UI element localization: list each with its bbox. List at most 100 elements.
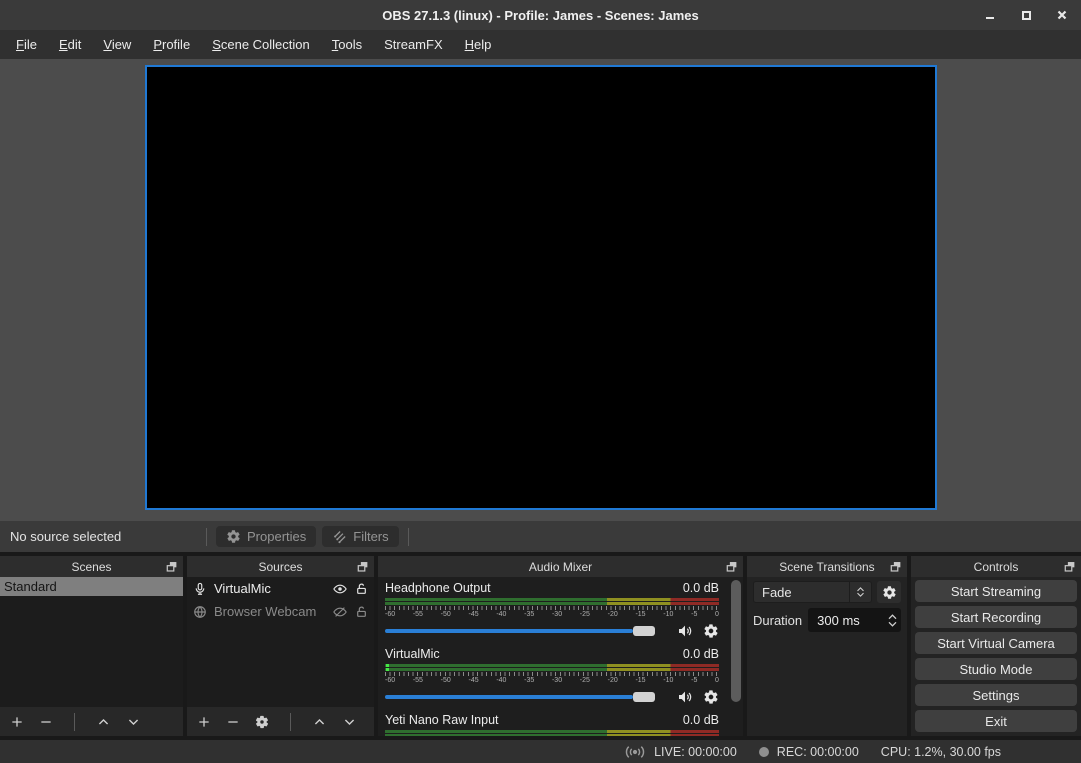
menu-help[interactable]: Help xyxy=(454,37,503,52)
lock-toggle[interactable] xyxy=(355,582,368,596)
menu-edit[interactable]: Edit xyxy=(48,37,92,52)
close-button[interactable] xyxy=(1051,4,1073,26)
record-dot-icon xyxy=(759,747,769,757)
minimize-button[interactable] xyxy=(979,4,1001,26)
tick-label: -60 xyxy=(385,677,395,684)
start-virtual-camera-button[interactable]: Start Virtual Camera xyxy=(915,632,1077,654)
visibility-toggle[interactable] xyxy=(332,605,348,619)
sources-list: VirtualMic Browser Webcam xyxy=(187,577,374,707)
transition-properties-button[interactable] xyxy=(877,581,901,603)
volume-slider-track xyxy=(385,695,633,699)
scene-item-standard[interactable]: Standard xyxy=(0,577,183,596)
tick-label: -35 xyxy=(524,677,534,684)
channel-settings-button[interactable] xyxy=(703,623,719,639)
start-recording-button[interactable]: Start Recording xyxy=(915,606,1077,628)
volume-slider-handle[interactable] xyxy=(633,626,655,636)
move-source-up-button[interactable] xyxy=(312,715,327,729)
tick-label: -60 xyxy=(385,611,395,618)
sources-title: Sources xyxy=(258,560,302,574)
menu-profile[interactable]: Profile xyxy=(142,37,201,52)
chevron-up-icon xyxy=(887,613,898,620)
popout-icon[interactable] xyxy=(165,560,178,573)
volume-slider[interactable] xyxy=(385,624,667,637)
scenes-list: Standard xyxy=(0,577,183,707)
toolbar-separator xyxy=(206,528,207,546)
lock-toggle[interactable] xyxy=(355,605,368,619)
exit-button[interactable]: Exit xyxy=(915,710,1077,732)
meter-bar-left xyxy=(385,730,719,733)
popout-icon[interactable] xyxy=(725,560,738,573)
channel-level-db: 0.0 dB xyxy=(683,647,719,661)
add-scene-button[interactable] xyxy=(10,715,24,729)
audio-mixer-panel: Audio Mixer Headphone Output 0.0 dB xyxy=(378,556,743,736)
channel-settings-button[interactable] xyxy=(703,689,719,705)
volume-slider-track xyxy=(385,629,633,633)
menu-view[interactable]: View xyxy=(92,37,142,52)
volume-meter: -60-55-50-45-40-35-30-25-20-15-10-50 xyxy=(385,730,719,736)
tick-label: -10 xyxy=(663,677,673,684)
move-source-down-button[interactable] xyxy=(342,715,357,729)
sources-panel: Sources VirtualMic xyxy=(187,556,374,736)
start-streaming-button[interactable]: Start Streaming xyxy=(915,580,1077,602)
tick-label: -50 xyxy=(441,677,451,684)
filters-label: Filters xyxy=(353,529,388,544)
scenes-toolbar xyxy=(0,707,183,736)
mixer-scrollbar[interactable] xyxy=(731,580,741,702)
tick-label: 0 xyxy=(715,611,719,618)
mixer-channel-headphone-output: Headphone Output 0.0 dB -60-55-50-45-40-… xyxy=(385,581,719,638)
remove-source-button[interactable] xyxy=(226,715,240,729)
scene-transitions-panel: Scene Transitions Fade xyxy=(747,556,907,736)
source-item-browser-webcam[interactable]: Browser Webcam xyxy=(187,600,374,623)
mute-toggle[interactable] xyxy=(676,689,694,705)
controls-header[interactable]: Controls xyxy=(911,556,1081,577)
filters-button[interactable]: Filters xyxy=(322,526,398,547)
menu-streamfx[interactable]: StreamFX xyxy=(373,37,454,52)
tick-label: -35 xyxy=(524,611,534,618)
scene-transitions-header[interactable]: Scene Transitions xyxy=(747,556,907,577)
tick-label: -30 xyxy=(552,677,562,684)
scenes-header[interactable]: Scenes xyxy=(0,556,183,577)
remove-scene-button[interactable] xyxy=(39,715,53,729)
move-scene-down-button[interactable] xyxy=(126,715,141,729)
source-properties-button[interactable] xyxy=(255,715,269,729)
rec-status: REC: 00:00:00 xyxy=(759,745,859,759)
settings-button[interactable]: Settings xyxy=(915,684,1077,706)
maximize-icon xyxy=(1022,11,1031,20)
properties-button[interactable]: Properties xyxy=(216,526,316,547)
tick-label: -25 xyxy=(580,677,590,684)
meter-scale: -60-55-50-45-40-35-30-25-20-15-10-50 xyxy=(385,677,719,684)
audio-mixer-header[interactable]: Audio Mixer xyxy=(378,556,743,577)
popout-icon[interactable] xyxy=(889,560,902,573)
menu-scene-collection[interactable]: Scene Collection xyxy=(201,37,321,52)
transition-select[interactable]: Fade xyxy=(753,581,872,603)
duration-spinbox[interactable]: 300 ms xyxy=(808,608,901,632)
menu-file[interactable]: File xyxy=(5,37,48,52)
popout-icon[interactable] xyxy=(1063,560,1076,573)
gear-icon xyxy=(882,585,897,600)
volume-meter: -60-55-50-45-40-35-30-25-20-15-10-50 xyxy=(385,664,719,684)
titlebar[interactable]: OBS 27.1.3 (linux) - Profile: James - Sc… xyxy=(0,0,1081,30)
gear-icon xyxy=(703,623,719,639)
studio-mode-button[interactable]: Studio Mode xyxy=(915,658,1077,680)
duration-spinner[interactable] xyxy=(883,613,901,628)
mute-toggle[interactable] xyxy=(676,623,694,639)
scene-preview[interactable] xyxy=(145,65,937,510)
add-source-button[interactable] xyxy=(197,715,211,729)
menubar: File Edit View Profile Scene Collection … xyxy=(0,30,1081,59)
sources-header[interactable]: Sources xyxy=(187,556,374,577)
controls-title: Controls xyxy=(974,560,1019,574)
tick-label: -15 xyxy=(635,611,645,618)
volume-slider[interactable] xyxy=(385,690,667,703)
eye-icon xyxy=(332,582,348,596)
filters-icon xyxy=(332,529,347,544)
volume-slider-handle[interactable] xyxy=(633,692,655,702)
popout-icon[interactable] xyxy=(356,560,369,573)
tick-label: -40 xyxy=(496,677,506,684)
maximize-button[interactable] xyxy=(1015,4,1037,26)
speaker-icon xyxy=(676,623,694,639)
meter-ticks xyxy=(385,606,719,610)
source-item-virtualmic[interactable]: VirtualMic xyxy=(187,577,374,600)
menu-tools[interactable]: Tools xyxy=(321,37,373,52)
visibility-toggle[interactable] xyxy=(332,582,348,596)
move-scene-up-button[interactable] xyxy=(96,715,111,729)
